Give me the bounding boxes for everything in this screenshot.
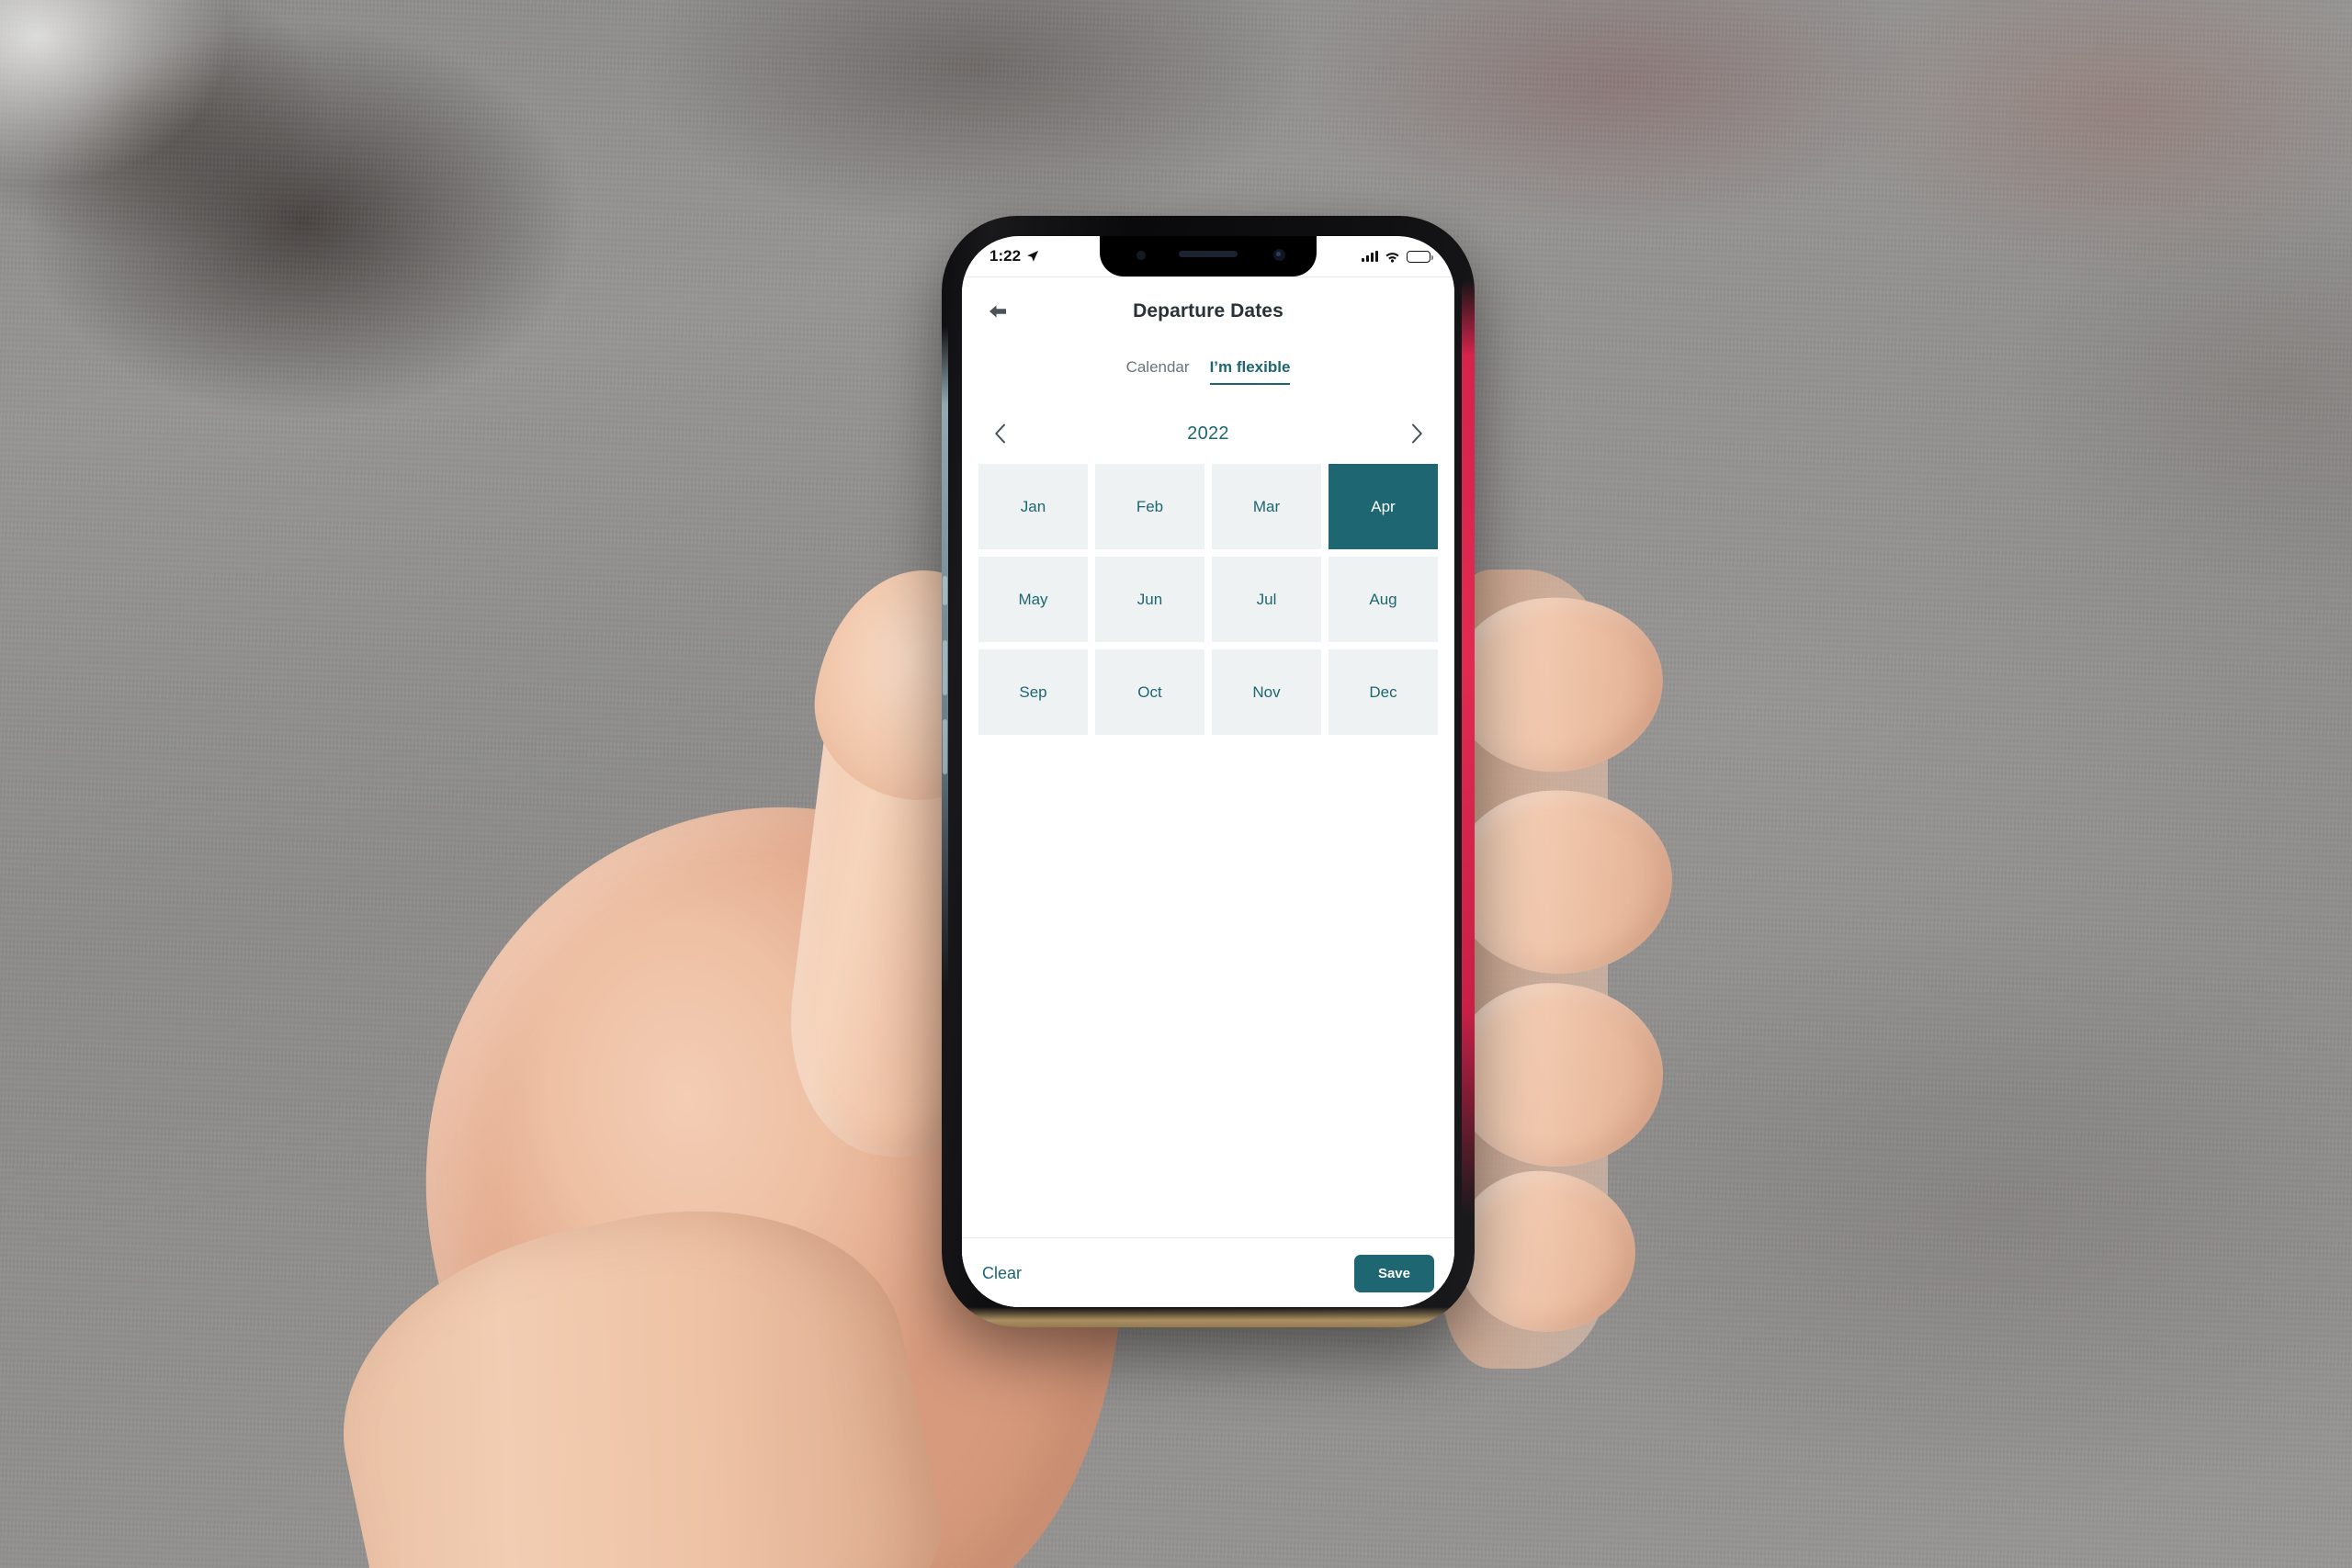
status-bar-right xyxy=(1362,250,1433,263)
volume-up-button[interactable] xyxy=(943,640,947,695)
cellular-signal-icon xyxy=(1362,251,1378,262)
status-bar: 1:22 xyxy=(962,236,1454,276)
month-cell-apr[interactable]: Apr xyxy=(1329,464,1438,549)
battery-full-icon xyxy=(1407,250,1433,263)
page-content: Departure Dates Calendar I’m flexible 20… xyxy=(962,277,1454,1237)
action-footer: Clear Save xyxy=(962,1237,1454,1307)
month-grid: Jan Feb Mar Apr May Jun Jul Aug Sep Oct … xyxy=(962,447,1454,735)
next-year-button[interactable] xyxy=(1403,420,1430,447)
month-cell-mar[interactable]: Mar xyxy=(1212,464,1321,549)
phone-case-edge-right xyxy=(1462,280,1475,1217)
smartphone: 1:22 Departure Dates Calendar I’m flexib… xyxy=(942,216,1475,1327)
year-label: 2022 xyxy=(1187,423,1229,444)
page-title: Departure Dates xyxy=(1133,300,1283,321)
back-button[interactable] xyxy=(982,296,1013,327)
year-picker: 2022 xyxy=(962,387,1454,447)
month-cell-dec[interactable]: Dec xyxy=(1329,649,1438,735)
volume-down-button[interactable] xyxy=(943,719,947,774)
tab-im-flexible[interactable]: I’m flexible xyxy=(1209,358,1291,385)
save-button[interactable]: Save xyxy=(1353,1254,1434,1292)
status-bar-left: 1:22 xyxy=(989,247,1039,265)
month-cell-jun[interactable]: Jun xyxy=(1095,557,1204,642)
month-cell-jan[interactable]: Jan xyxy=(978,464,1088,549)
month-cell-aug[interactable]: Aug xyxy=(1329,557,1438,642)
location-arrow-icon xyxy=(1027,251,1039,262)
month-cell-nov[interactable]: Nov xyxy=(1212,649,1321,735)
month-cell-may[interactable]: May xyxy=(978,557,1088,642)
month-cell-jul[interactable]: Jul xyxy=(1212,557,1321,642)
phone-screen: 1:22 Departure Dates Calendar I’m flexib… xyxy=(962,236,1454,1307)
status-bar-time: 1:22 xyxy=(989,247,1022,265)
page-header: Departure Dates xyxy=(962,277,1454,345)
mute-switch[interactable] xyxy=(943,576,947,605)
previous-year-button[interactable] xyxy=(986,420,1013,447)
tab-calendar[interactable]: Calendar xyxy=(1126,358,1190,385)
month-cell-oct[interactable]: Oct xyxy=(1095,649,1204,735)
phone-edge-bottom xyxy=(964,1307,1453,1327)
photo-scene: 1:22 Departure Dates Calendar I’m flexib… xyxy=(0,0,2352,1568)
month-cell-sep[interactable]: Sep xyxy=(978,649,1088,735)
back-arrow-icon xyxy=(989,305,1006,318)
chevron-right-icon xyxy=(1411,423,1422,444)
month-cell-feb[interactable]: Feb xyxy=(1095,464,1204,549)
web-page: Departure Dates Calendar I’m flexible 20… xyxy=(962,277,1454,1307)
date-mode-tabs: Calendar I’m flexible xyxy=(962,345,1454,387)
clear-button[interactable]: Clear xyxy=(982,1264,1022,1283)
wifi-icon xyxy=(1385,252,1399,263)
chevron-left-icon xyxy=(994,423,1005,444)
